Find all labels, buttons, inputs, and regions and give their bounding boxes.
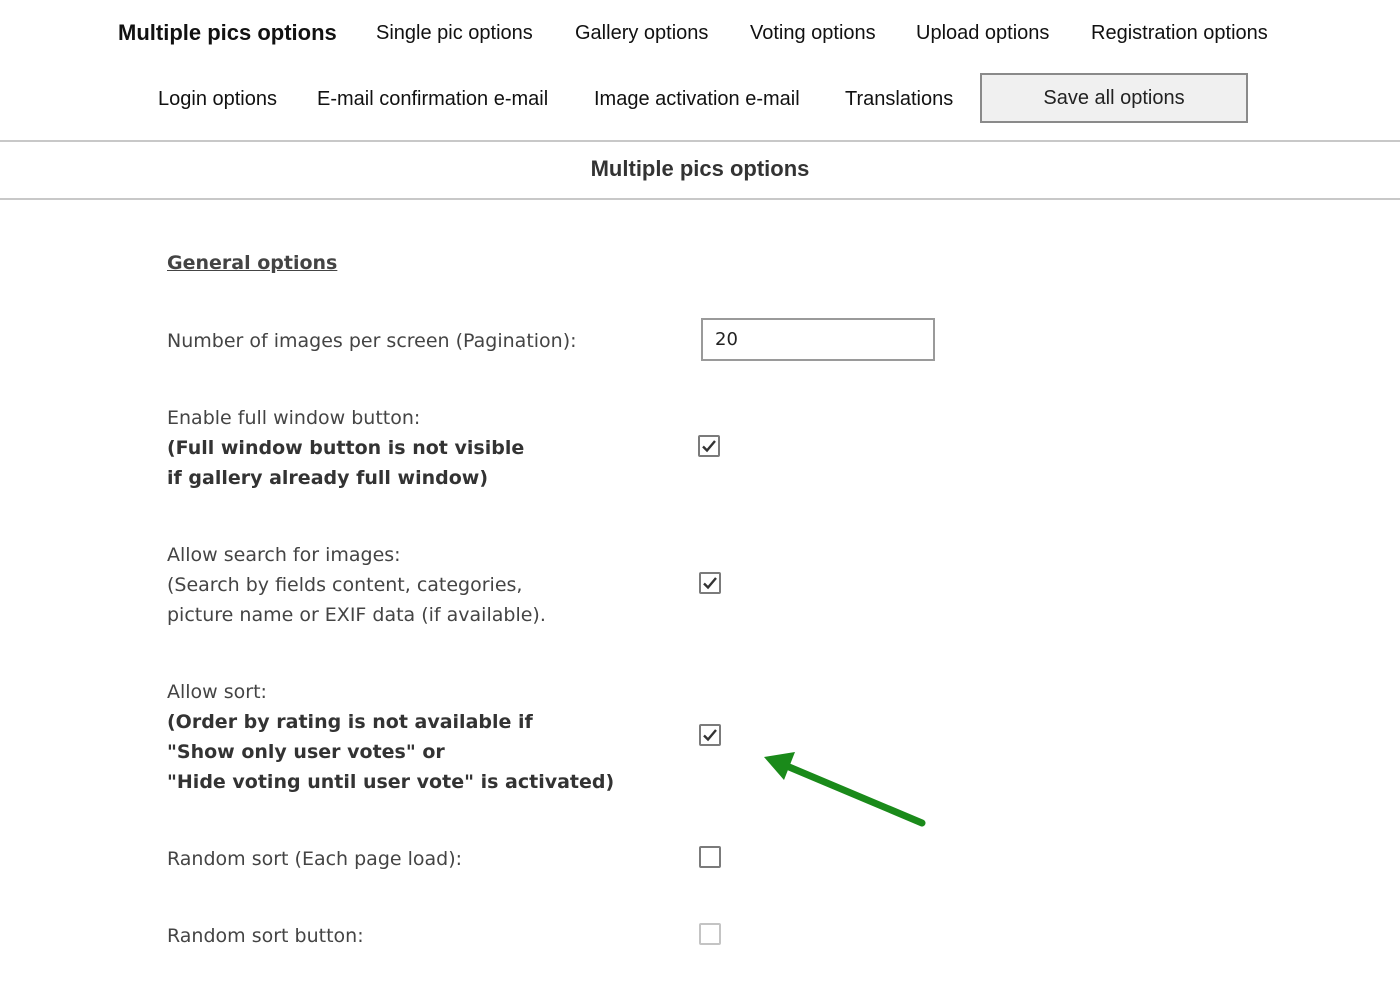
tab-upload-options[interactable]: Upload options <box>916 22 1049 45</box>
search-option-label: Allow search for images: (Search by fiel… <box>167 540 546 630</box>
sort-checkbox[interactable] <box>699 724 721 746</box>
full-window-note-line: (Full window button is not visible <box>167 437 525 459</box>
sort-note-line: "Hide voting until user vote" is activat… <box>167 771 615 793</box>
search-note-line: (Search by fields content, categories, <box>167 574 523 596</box>
check-icon <box>703 729 717 742</box>
section-title: Multiple pics options <box>590 156 810 181</box>
tab-email-confirmation-email[interactable]: E-mail confirmation e-mail <box>317 88 548 111</box>
general-options-heading: General options <box>167 252 338 274</box>
check-icon <box>703 577 717 590</box>
check-icon <box>702 440 716 453</box>
annotation-arrow-shaft <box>778 760 926 827</box>
tab-gallery-options[interactable]: Gallery options <box>575 22 708 45</box>
annotation-arrow-head <box>764 752 795 780</box>
divider-bottom <box>0 198 1400 200</box>
random-sort-button-label: Random sort button: <box>167 925 364 947</box>
tab-login-options[interactable]: Login options <box>158 88 277 111</box>
full-window-checkbox[interactable] <box>698 435 720 457</box>
sort-label: Allow sort: <box>167 681 267 703</box>
random-sort-label: Random sort (Each page load): <box>167 848 463 870</box>
random-sort-checkbox[interactable] <box>699 846 721 868</box>
search-checkbox[interactable] <box>699 572 721 594</box>
tab-multiple-pics-options[interactable]: Multiple pics options <box>118 20 337 46</box>
tab-voting-options[interactable]: Voting options <box>750 22 876 45</box>
tab-single-pic-options[interactable]: Single pic options <box>376 22 533 45</box>
pagination-label: Number of images per screen (Pagination)… <box>167 330 577 352</box>
tab-registration-options[interactable]: Registration options <box>1091 22 1268 45</box>
full-window-note-line: if gallery already full window) <box>167 467 489 489</box>
divider-top <box>0 140 1400 142</box>
random-sort-button-checkbox[interactable] <box>699 923 721 945</box>
pagination-input[interactable] <box>701 318 935 361</box>
save-all-options-button[interactable]: Save all options <box>980 73 1248 123</box>
tab-image-activation-email[interactable]: Image activation e-mail <box>594 88 800 111</box>
sort-note-line: "Show only user votes" or <box>167 741 445 763</box>
full-window-option-label: Enable full window button: (Full window … <box>167 403 524 493</box>
annotation-arrow-icon <box>764 752 926 827</box>
sort-option-label: Allow sort: (Order by rating is not avai… <box>167 677 614 797</box>
full-window-label: Enable full window button: <box>167 407 421 429</box>
search-label: Allow search for images: <box>167 544 401 566</box>
search-note-line: picture name or EXIF data (if available)… <box>167 604 546 626</box>
sort-note-line: (Order by rating is not available if <box>167 711 533 733</box>
tab-translations[interactable]: Translations <box>845 88 953 111</box>
